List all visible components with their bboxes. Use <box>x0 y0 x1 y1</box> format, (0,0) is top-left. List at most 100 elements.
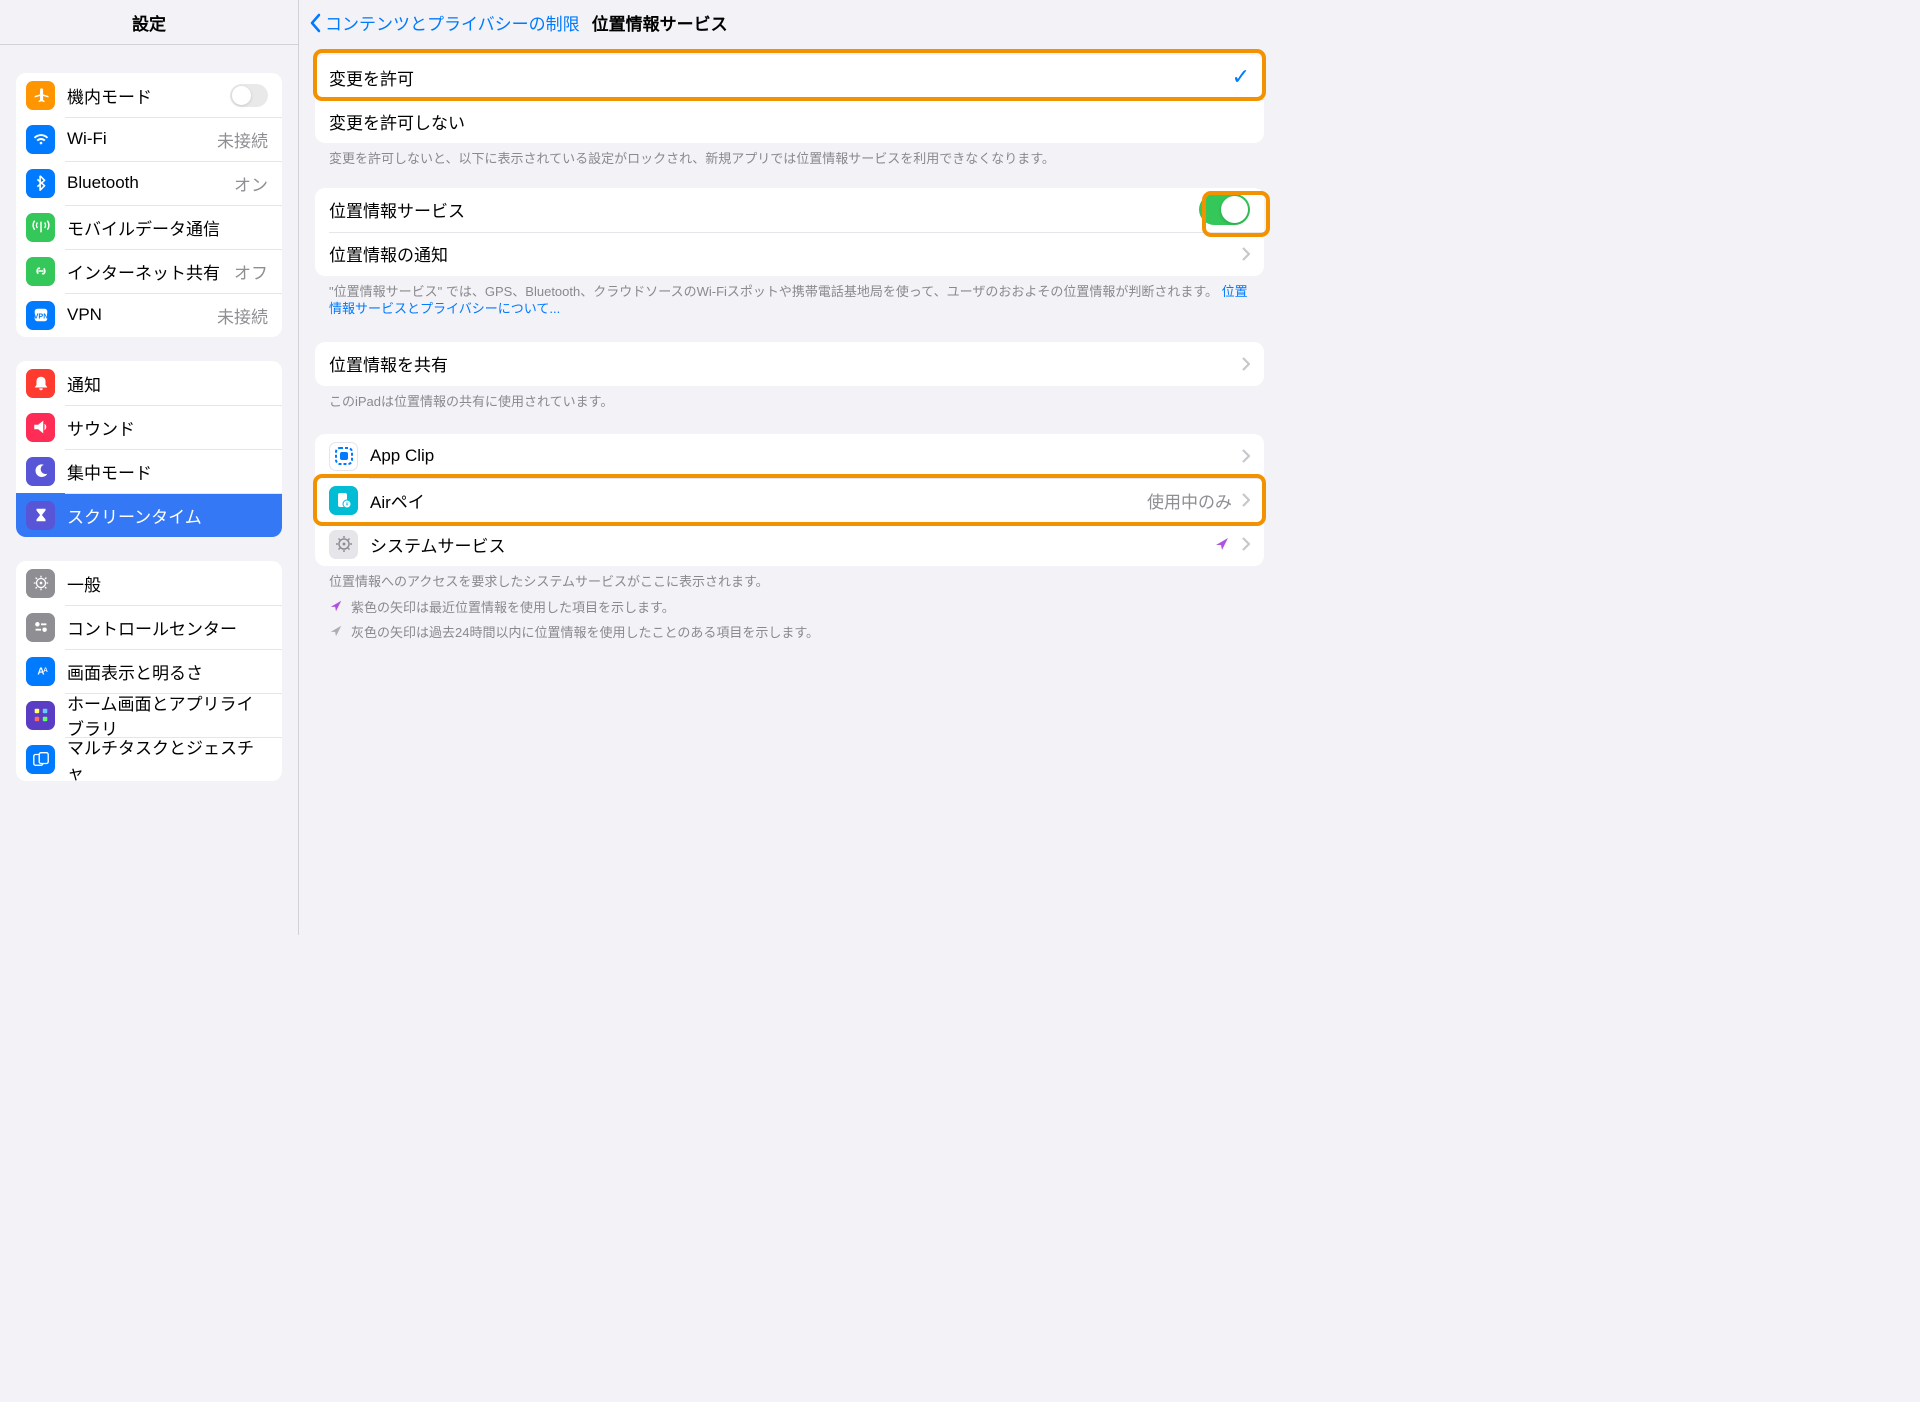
share-location-label: 位置情報を共有 <box>329 351 1232 376</box>
airpay-label: Airペイ <box>370 488 1147 513</box>
airplane-toggle[interactable] <box>230 84 268 107</box>
location-arrow-gray-icon <box>329 624 343 638</box>
brightness-icon: AA <box>26 657 55 686</box>
switches-icon <box>26 613 55 642</box>
sidebar-item-bluetooth[interactable]: Bluetoothオン <box>16 161 282 205</box>
sidebar-item-link[interactable]: インターネット共有オフ <box>16 249 282 293</box>
multitasking-icon <box>26 745 55 774</box>
sidebar-item-bell[interactable]: 通知 <box>16 361 282 405</box>
location-services-label: 位置情報サービス <box>329 197 1199 222</box>
airpay-icon: ¥ <box>329 486 358 515</box>
sidebar-header: 設定 <box>0 0 298 45</box>
system-services-row[interactable]: システムサービス <box>315 522 1264 566</box>
location-alerts-label: 位置情報の通知 <box>329 241 1232 266</box>
back-button[interactable]: コンテンツとプライバシーの制限 <box>309 10 580 35</box>
airplane-icon <box>26 81 55 110</box>
sidebar-item-label: VPN <box>67 305 217 325</box>
disallow-changes-label: 変更を許可しない <box>329 109 1250 134</box>
airpay-row[interactable]: ¥ Airペイ 使用中のみ <box>315 478 1264 522</box>
sidebar-item-globe[interactable]: VPNVPN未接続 <box>16 293 282 337</box>
app-clip-row[interactable]: App Clip <box>315 434 1264 478</box>
back-chevron-icon <box>309 13 321 33</box>
chevron-right-icon <box>1242 537 1250 551</box>
sidebar-item-brightness[interactable]: AA 画面表示と明るさ <box>16 649 282 693</box>
location-arrow-purple-icon <box>329 599 343 613</box>
sidebar-item-label: 画面表示と明るさ <box>67 659 268 684</box>
sidebar-item-label: マルチタスクとジェスチャ <box>67 734 268 781</box>
sidebar-item-label: ホーム画面とアプリライブラリ <box>67 690 268 740</box>
apps-footer: 位置情報へのアクセスを要求したシステムサービスがここに表示されます。 <box>299 566 1280 591</box>
allow-changes-row[interactable]: 変更を許可 ✓ <box>315 55 1264 99</box>
checkmark-icon: ✓ <box>1232 64 1250 90</box>
chevron-right-icon <box>1242 357 1250 371</box>
location-arrow-purple-icon <box>1214 536 1230 552</box>
bluetooth-icon <box>26 169 55 198</box>
app-clip-label: App Clip <box>370 446 1232 466</box>
sidebar-item-label: 機内モード <box>67 83 230 108</box>
grid-icon <box>26 701 55 730</box>
sidebar-item-label: モバイルデータ通信 <box>67 215 268 240</box>
svg-text:VPN: VPN <box>33 312 48 321</box>
sidebar-item-switches[interactable]: コントロールセンター <box>16 605 282 649</box>
location-services-footer: "位置情報サービス" では、GPS、Bluetooth、クラウドソースのWi-F… <box>299 276 1280 318</box>
globe-icon: VPN <box>26 301 55 330</box>
location-alerts-row[interactable]: 位置情報の通知 <box>315 232 1264 276</box>
svg-text:¥: ¥ <box>345 502 348 508</box>
sidebar-item-hourglass[interactable]: スクリーンタイム <box>16 493 282 537</box>
antenna-icon <box>26 213 55 242</box>
chevron-right-icon <box>1242 493 1250 507</box>
sidebar-item-label: サウンド <box>67 415 268 440</box>
apps-group: App Clip ¥ Airペイ 使用中のみ システムサービス <box>315 434 1264 566</box>
legend-purple-text: 紫色の矢印は最近位置情報を使用した項目を示します。 <box>351 597 675 616</box>
sidebar-item-value: 未接続 <box>217 303 268 328</box>
share-location-row[interactable]: 位置情報を共有 <box>315 342 1264 386</box>
legend-gray-text: 灰色の矢印は過去24時間以内に位置情報を使用したことのある項目を示します。 <box>351 622 819 641</box>
sidebar-group: 一般コントロールセンター AA 画面表示と明るさホーム画面とアプリライブラリマルチタ… <box>16 561 282 781</box>
link-icon <box>26 257 55 286</box>
disallow-changes-row[interactable]: 変更を許可しない <box>315 99 1264 143</box>
airpay-value: 使用中のみ <box>1147 488 1232 513</box>
location-services-group: 位置情報サービス 位置情報の通知 <box>315 188 1264 276</box>
chevron-right-icon <box>1242 449 1250 463</box>
back-label: コンテンツとプライバシーの制限 <box>325 10 580 35</box>
sidebar: 設定 機内モードWi-Fi未接続Bluetoothオンモバイルデータ通信インター… <box>0 0 299 935</box>
sidebar-item-value: オフ <box>234 259 268 284</box>
sidebar-item-gear[interactable]: 一般 <box>16 561 282 605</box>
sidebar-item-antenna[interactable]: モバイルデータ通信 <box>16 205 282 249</box>
moon-icon <box>26 457 55 486</box>
chevron-right-icon <box>1242 247 1250 261</box>
sidebar-item-value: 未接続 <box>217 127 268 152</box>
wifi-icon <box>26 125 55 154</box>
bell-icon <box>26 369 55 398</box>
sidebar-item-grid[interactable]: ホーム画面とアプリライブラリ <box>16 693 282 737</box>
gear-icon <box>26 569 55 598</box>
location-services-toggle[interactable] <box>1199 194 1250 225</box>
allow-changes-group: 変更を許可 ✓ 変更を許可しない <box>315 55 1264 143</box>
sidebar-item-wifi[interactable]: Wi-Fi未接続 <box>16 117 282 161</box>
sidebar-title: 設定 <box>132 10 166 35</box>
system-services-label: システムサービス <box>370 532 1214 557</box>
location-services-row[interactable]: 位置情報サービス <box>315 188 1264 232</box>
sidebar-item-label: 通知 <box>67 371 268 396</box>
share-location-group: 位置情報を共有 <box>315 342 1264 386</box>
sidebar-item-moon[interactable]: 集中モード <box>16 449 282 493</box>
sidebar-item-airplane[interactable]: 機内モード <box>16 73 282 117</box>
legend-purple-row: 紫色の矢印は最近位置情報を使用した項目を示します。 <box>299 591 1280 616</box>
sidebar-item-multitasking[interactable]: マルチタスクとジェスチャ <box>16 737 282 781</box>
detail-title: 位置情報サービス <box>592 10 728 35</box>
allow-changes-label: 変更を許可 <box>329 65 1232 90</box>
sidebar-item-label: Wi-Fi <box>67 129 217 149</box>
sidebar-group: 機内モードWi-Fi未接続Bluetoothオンモバイルデータ通信インターネット… <box>16 73 282 337</box>
sidebar-item-speaker[interactable]: サウンド <box>16 405 282 449</box>
app-clip-icon <box>329 442 358 471</box>
svg-text:A: A <box>43 667 48 674</box>
sidebar-item-value: オン <box>234 171 268 196</box>
allow-changes-footer: 変更を許可しないと、以下に表示されている設定がロックされ、新規アプリでは位置情報… <box>299 143 1280 168</box>
detail-pane: コンテンツとプライバシーの制限 位置情報サービス 変更を許可 ✓ 変更を許可しな… <box>299 0 1280 935</box>
legend-gray-row: 灰色の矢印は過去24時間以内に位置情報を使用したことのある項目を示します。 <box>299 616 1280 641</box>
hourglass-icon <box>26 501 55 530</box>
sidebar-item-label: 一般 <box>67 571 268 596</box>
speaker-icon <box>26 413 55 442</box>
sidebar-item-label: インターネット共有 <box>67 259 234 284</box>
share-location-footer: このiPadは位置情報の共有に使用されています。 <box>299 386 1280 411</box>
